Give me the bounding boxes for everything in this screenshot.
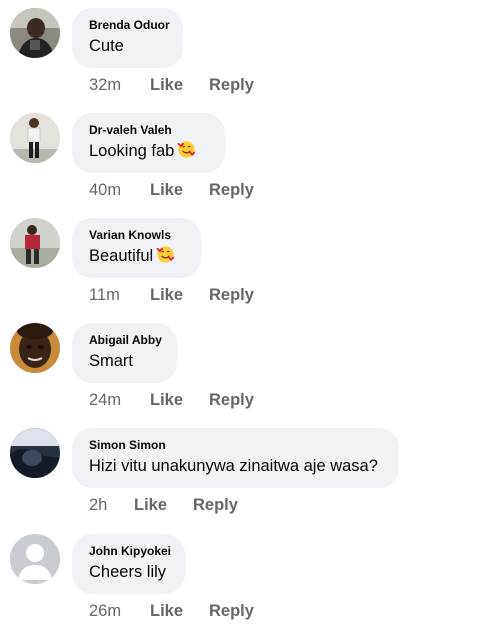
comment-author[interactable]: Brenda Oduor [89,18,170,32]
comment-text: Beautiful [89,245,185,267]
smiling-face-with-hearts-icon [156,246,175,263]
reply-button[interactable]: Reply [209,181,254,200]
comment: Varian Knowls Beautiful 11m Like Reply [0,218,480,323]
comment-time[interactable]: 32m [89,76,150,95]
comment-text: Cheers lily [89,563,167,581]
avatar[interactable] [10,534,60,584]
reply-button[interactable]: Reply [209,391,254,410]
like-button[interactable]: Like [134,496,193,515]
comment-bubble: Brenda Oduor Cute [72,8,183,68]
comment-time[interactable]: 26m [89,602,150,621]
comment-actions: 24m Like Reply [89,391,254,410]
comment-author[interactable]: Abigail Abby [89,333,162,347]
user-photo-icon [10,323,60,373]
comment-actions: 40m Like Reply [89,181,254,200]
comment: Simon Simon Hizi vitu unakunywa zinaitwa… [0,428,480,533]
smiling-face-with-hearts-icon [177,141,196,158]
like-button[interactable]: Like [150,286,209,305]
user-photo-icon [10,218,60,268]
comment-author[interactable]: Dr-valeh Valeh [89,123,209,137]
reply-button[interactable]: Reply [209,76,254,95]
comment-time[interactable]: 11m [89,286,150,305]
comment: Abigail Abby Smart 24m Like Reply [0,323,480,428]
avatar[interactable] [10,428,60,478]
comment-author[interactable]: Varian Knowls [89,228,185,242]
comment-time[interactable]: 2h [89,496,134,515]
default-avatar-icon [10,534,60,584]
comment: John Kipyokei Cheers lily 26m Like Reply [0,534,480,624]
comment-text: Looking fab [89,140,209,162]
comment: Brenda Oduor Cute 32m Like Reply [0,8,480,113]
comment-actions: 11m Like Reply [89,286,254,305]
comment-bubble: John Kipyokei Cheers lily [72,534,185,594]
comment-bubble: Varian Knowls Beautiful [72,218,201,278]
comment-time[interactable]: 24m [89,391,150,410]
like-button[interactable]: Like [150,391,209,410]
like-button[interactable]: Like [150,181,209,200]
avatar[interactable] [10,323,60,373]
comment-text: Cute [89,37,124,55]
reply-button[interactable]: Reply [193,496,238,515]
comment-actions: 32m Like Reply [89,76,254,95]
comment-text: Smart [89,352,134,370]
comment-actions: 26m Like Reply [89,602,254,621]
avatar[interactable] [10,218,60,268]
comment-author[interactable]: John Kipyokei [89,544,171,558]
reply-button[interactable]: Reply [209,286,254,305]
comment-bubble: Dr-valeh Valeh Looking fab [72,113,225,173]
like-button[interactable]: Like [150,602,209,621]
comment-time[interactable]: 40m [89,181,150,200]
user-photo-icon [10,8,60,58]
reply-button[interactable]: Reply [209,602,254,621]
comment: Dr-valeh Valeh Looking fab 40m Like Reply [0,113,480,218]
comment-text: Hizi vitu unakunywa zinaitwa aje wasa? [89,457,378,475]
user-photo-icon [10,113,60,163]
comment-actions: 2h Like Reply [89,496,238,515]
avatar[interactable] [10,113,60,163]
comment-bubble: Simon Simon Hizi vitu unakunywa zinaitwa… [72,428,399,488]
like-button[interactable]: Like [150,76,209,95]
avatar[interactable] [10,8,60,58]
comment-author[interactable]: Simon Simon [89,438,383,452]
comment-bubble: Abigail Abby Smart [72,323,177,383]
user-photo-icon [10,428,60,478]
